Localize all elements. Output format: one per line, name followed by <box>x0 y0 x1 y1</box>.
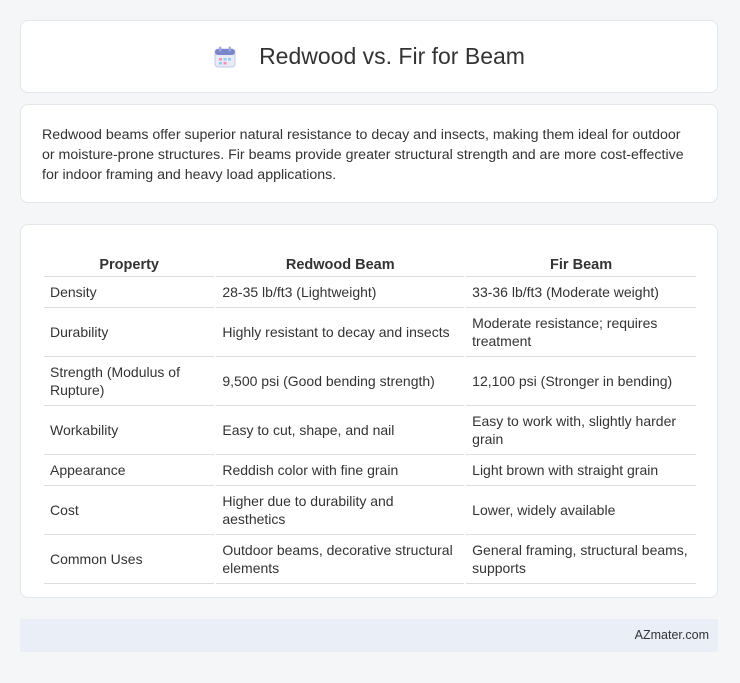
table-row: Strength (Modulus of Rupture) 9,500 psi … <box>44 357 696 406</box>
footer-brand: AZmater.com <box>634 628 709 642</box>
property-cell: Workability <box>44 406 215 455</box>
fir-cell: Easy to work with, slightly harder grain <box>466 406 696 455</box>
property-cell: Durability <box>44 308 215 357</box>
header-redwood: Redwood Beam <box>216 243 465 277</box>
fir-cell: 12,100 psi (Stronger in bending) <box>466 357 696 406</box>
table-row: Common Uses Outdoor beams, decorative st… <box>44 535 696 584</box>
property-cell: Common Uses <box>44 535 215 584</box>
redwood-cell: Reddish color with fine grain <box>216 455 465 486</box>
comparison-card: Property Redwood Beam Fir Beam Density 2… <box>20 224 718 598</box>
fir-cell: 33-36 lb/ft3 (Moderate weight) <box>466 277 696 308</box>
intro-text: Redwood beams offer superior natural res… <box>42 127 684 183</box>
property-cell: Strength (Modulus of Rupture) <box>44 357 215 406</box>
table-row: Durability Highly resistant to decay and… <box>44 308 696 357</box>
redwood-cell: 28-35 lb/ft3 (Lightweight) <box>216 277 465 308</box>
header-property: Property <box>44 243 215 277</box>
comparison-table: Property Redwood Beam Fir Beam Density 2… <box>42 243 698 584</box>
property-cell: Density <box>44 277 215 308</box>
table-header-row: Property Redwood Beam Fir Beam <box>44 243 696 277</box>
table-row: Cost Higher due to durability and aesthe… <box>44 486 696 535</box>
page-footer: AZmater.com <box>20 619 718 652</box>
intro-card: Redwood beams offer superior natural res… <box>20 104 718 203</box>
table-row: Density 28-35 lb/ft3 (Lightweight) 33-36… <box>44 277 696 308</box>
table-row: Appearance Reddish color with fine grain… <box>44 455 696 486</box>
fir-cell: General framing, structural beams, suppo… <box>466 535 696 584</box>
page-header: Redwood vs. Fir for Beam <box>20 20 718 93</box>
redwood-cell: Higher due to durability and aesthetics <box>216 486 465 535</box>
table-row: Workability Easy to cut, shape, and nail… <box>44 406 696 455</box>
fir-cell: Light brown with straight grain <box>466 455 696 486</box>
redwood-cell: Outdoor beams, decorative structural ele… <box>216 535 465 584</box>
page-title: Redwood vs. Fir for Beam <box>259 43 525 69</box>
property-cell: Cost <box>44 486 215 535</box>
property-cell: Appearance <box>44 455 215 486</box>
header-fir: Fir Beam <box>466 243 696 277</box>
fir-cell: Moderate resistance; requires treatment <box>466 308 696 357</box>
redwood-cell: 9,500 psi (Good bending strength) <box>216 357 465 406</box>
redwood-cell: Easy to cut, shape, and nail <box>216 406 465 455</box>
redwood-cell: Highly resistant to decay and insects <box>216 308 465 357</box>
fir-cell: Lower, widely available <box>466 486 696 535</box>
calendar-icon <box>213 45 237 69</box>
